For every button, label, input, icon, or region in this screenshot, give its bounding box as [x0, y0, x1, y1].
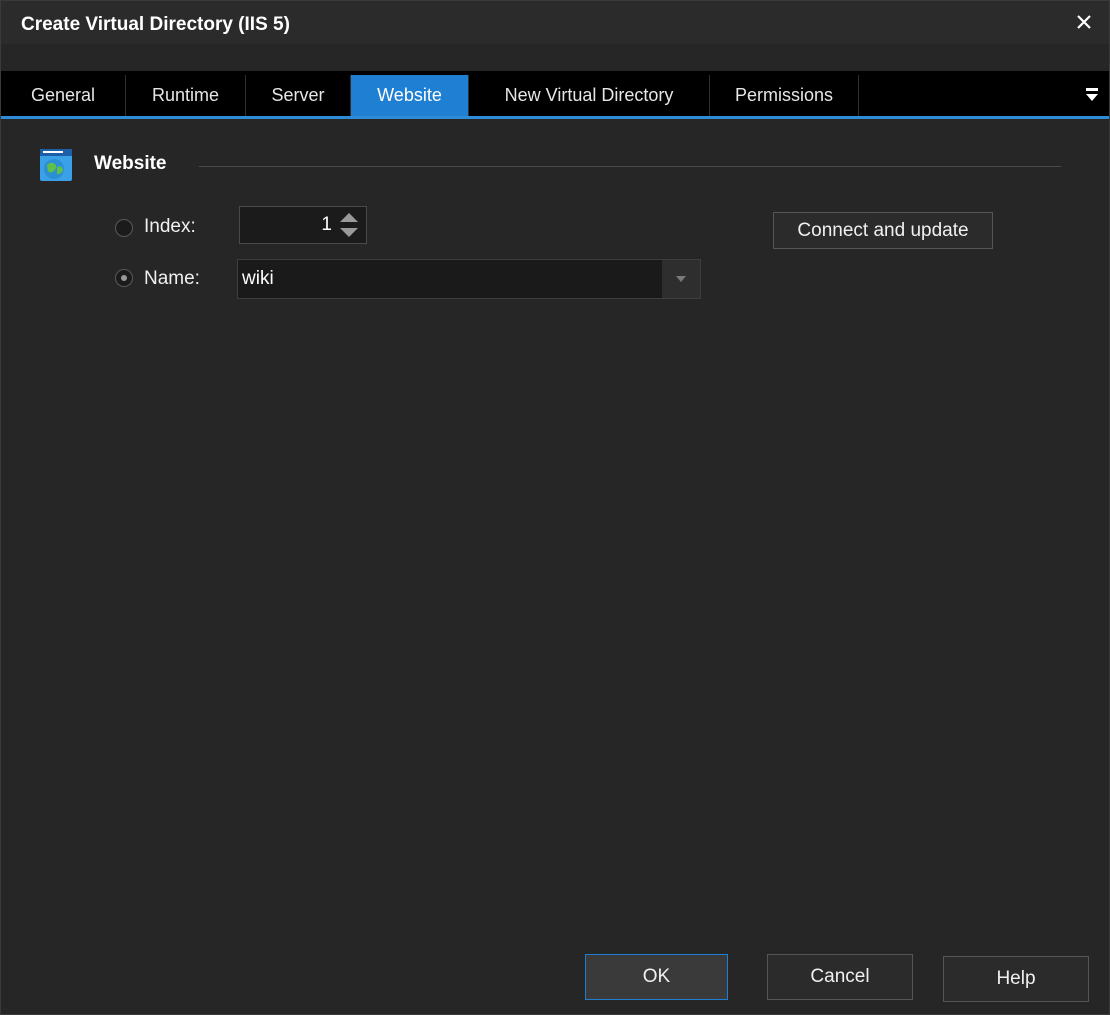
dialog-window: Create Virtual Directory (IIS 5) General… — [0, 0, 1110, 1015]
tab-website[interactable]: Website — [351, 75, 469, 116]
title-bar: Create Virtual Directory (IIS 5) — [1, 1, 1109, 44]
connect-and-update-button[interactable]: Connect and update — [773, 212, 993, 249]
spin-up-icon — [340, 213, 358, 222]
name-input[interactable]: wiki — [238, 260, 662, 298]
tab-bar: General Runtime Server Website New Virtu… — [1, 75, 1109, 119]
name-combobox[interactable]: wiki — [237, 259, 701, 299]
name-dropdown-button[interactable] — [664, 262, 698, 296]
tab-server[interactable]: Server — [246, 75, 351, 116]
tab-overflow-menu-button[interactable] — [1083, 85, 1101, 105]
chevron-down-icon — [676, 276, 686, 282]
ok-button[interactable]: OK — [585, 954, 728, 1000]
index-radio[interactable] — [115, 219, 133, 237]
spin-down-icon — [340, 228, 358, 237]
cancel-button[interactable]: Cancel — [767, 954, 913, 1000]
group-title: Website — [94, 153, 167, 174]
help-button[interactable]: Help — [943, 956, 1089, 1002]
name-label: Name: — [144, 268, 200, 289]
tab-runtime[interactable]: Runtime — [126, 75, 246, 116]
website-globe-icon — [39, 147, 73, 183]
tab-new-virtual-directory[interactable]: New Virtual Directory — [469, 75, 710, 116]
index-value[interactable]: 1 — [240, 207, 332, 243]
group-divider — [199, 166, 1061, 167]
close-icon — [1077, 15, 1091, 29]
tab-general[interactable]: General — [1, 75, 126, 116]
window-title: Create Virtual Directory (IIS 5) — [21, 14, 290, 35]
tab-menu-icon — [1086, 88, 1098, 101]
index-spinner[interactable]: 1 — [239, 206, 367, 244]
tab-permissions[interactable]: Permissions — [710, 75, 859, 116]
index-spin-buttons[interactable] — [336, 210, 362, 240]
name-radio[interactable] — [115, 269, 133, 287]
index-label: Index: — [144, 216, 196, 237]
close-button[interactable] — [1067, 5, 1101, 39]
